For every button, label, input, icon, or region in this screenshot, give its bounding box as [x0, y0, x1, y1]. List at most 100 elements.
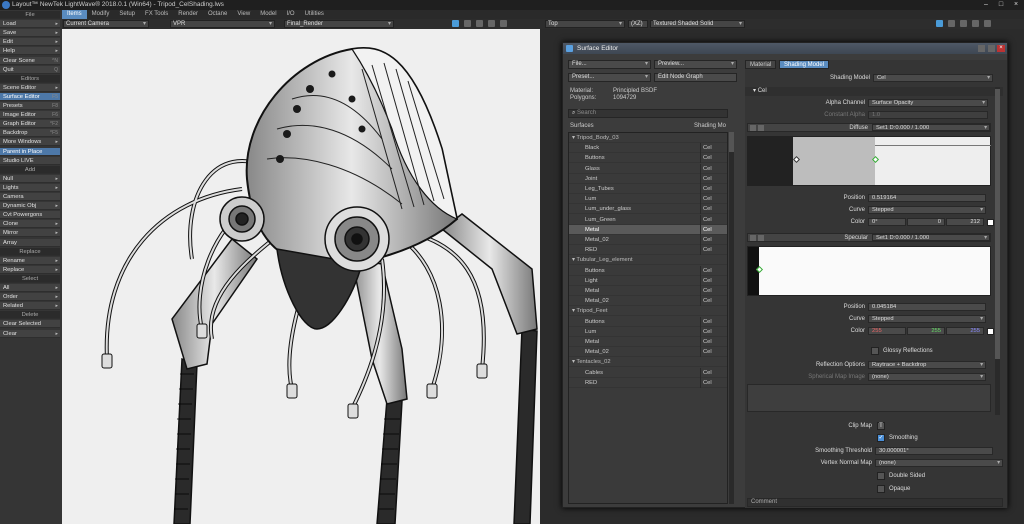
surface-group-row[interactable]: ▾ Tripod_Body_03 — [569, 133, 727, 143]
panel-button-backdrop[interactable]: Backdrop ^F5 — [0, 129, 60, 138]
specular-color-b[interactable]: 255 — [946, 327, 984, 335]
diffuse-color-v[interactable]: 212 — [946, 218, 984, 226]
diffuse-gradient-ramp[interactable] — [747, 136, 991, 186]
glossy-reflections-checkbox[interactable] — [871, 347, 879, 355]
close-icon[interactable]: × — [1008, 0, 1024, 10]
remove-key-icon[interactable] — [758, 235, 764, 241]
preset-menu-button[interactable]: Preset... ▾ — [568, 73, 651, 82]
close-icon[interactable]: × — [997, 45, 1005, 52]
panel-button-clear[interactable]: Clear ▸ — [0, 329, 60, 338]
preview-menu-button[interactable]: Preview... ▾ — [654, 60, 737, 69]
surface-group-row[interactable]: ▾ Tubular_Leg_element — [569, 255, 727, 266]
tree-scrollbar[interactable] — [729, 132, 734, 504]
tab-shading-model[interactable]: Shading Model — [779, 60, 830, 69]
surface-row[interactable]: Lum Cel — [569, 194, 727, 205]
surface-group-row[interactable]: ▾ Tripod_Feet — [569, 306, 727, 317]
menu-tab-fx-tools[interactable]: FX Tools — [140, 10, 173, 19]
specular-color-r[interactable]: 255 — [868, 327, 906, 335]
shading-model-select[interactable]: Cel ▾ — [873, 74, 993, 82]
add-key-icon[interactable] — [750, 125, 756, 131]
surface-row[interactable]: Lum Cel — [569, 326, 727, 337]
menu-tab-setup[interactable]: Setup — [114, 10, 140, 19]
maximize-viewport-icon[interactable] — [500, 20, 507, 27]
menu-tab-utilities[interactable]: Utilities — [300, 10, 329, 19]
spherical-map-select[interactable]: (none) ▾ — [868, 373, 986, 381]
panel-button-clone[interactable]: Clone ▸ — [0, 220, 60, 229]
surface-row[interactable]: RED Cel — [569, 377, 727, 388]
panel-button-cvt-powergons[interactable]: Cvt Powergons — [0, 211, 60, 220]
view-select[interactable]: Top ▾ — [545, 20, 625, 28]
surface-row[interactable]: Metal Cel — [569, 224, 727, 235]
surface-row[interactable]: Lum_Green Cel — [569, 214, 727, 225]
panel-button-surface-editor[interactable]: Surface Editor F5 — [0, 92, 60, 101]
zoom-view-icon[interactable] — [972, 20, 979, 27]
remove-key-icon[interactable] — [758, 125, 764, 131]
render-viewport[interactable] — [62, 29, 540, 524]
cel-section-header[interactable]: ▾ Cel — [745, 87, 1003, 96]
shading-model-column-header[interactable]: Shading Mo — [694, 123, 726, 129]
camera-icon[interactable] — [452, 20, 459, 27]
surface-editor-title-bar[interactable]: Surface Editor × — [563, 43, 1007, 54]
specular-curve-select[interactable]: Stepped ▾ — [868, 315, 986, 323]
panel-button-replace[interactable]: Replace ▸ — [0, 265, 60, 274]
minimize-icon[interactable] — [978, 45, 985, 52]
minimize-icon[interactable]: – — [978, 0, 994, 10]
panel-button-dynamic-obj[interactable]: Dynamic Obj ▸ — [0, 202, 60, 211]
smoothing-checkbox[interactable]: ✓ — [877, 434, 885, 442]
menu-tab-octane[interactable]: Octane — [203, 10, 232, 19]
camera-icon[interactable] — [936, 20, 943, 27]
shading-select[interactable]: Textured Shaded Solid ▾ — [650, 20, 745, 28]
zoom-view-icon[interactable] — [488, 20, 495, 27]
file-menu-button[interactable]: File... ▾ — [568, 60, 651, 69]
surface-row[interactable]: Joint Cel — [569, 173, 727, 184]
diffuse-set-select[interactable]: Set1 D:0.000 / 1.000 ▾ — [872, 124, 990, 131]
rotate-view-icon[interactable] — [476, 20, 483, 27]
tab-material[interactable]: Material — [745, 60, 777, 69]
surface-row[interactable]: Buttons Cel — [569, 265, 727, 276]
diffuse-position-field[interactable]: 0.519164 — [868, 194, 986, 202]
menu-tab-i-o[interactable]: I/O — [282, 10, 300, 19]
specular-gradient-ramp[interactable] — [747, 246, 991, 296]
specular-color-g[interactable]: 255 — [907, 327, 945, 335]
surface-row[interactable]: Metal Cel — [569, 337, 727, 347]
specular-color-swatch[interactable] — [987, 328, 994, 335]
add-key-icon[interactable] — [750, 235, 756, 241]
diffuse-color-swatch[interactable] — [987, 219, 994, 226]
surface-row[interactable]: Cables Cel — [569, 367, 727, 378]
panel-button-camera[interactable]: Camera — [0, 193, 60, 201]
panel-button-quit[interactable]: Quit Q — [0, 65, 60, 74]
surface-row[interactable]: Metal Cel — [569, 286, 727, 296]
opaque-checkbox[interactable] — [877, 485, 885, 493]
diffuse-color-s[interactable]: 0 — [907, 218, 945, 226]
panel-button-studio-live[interactable]: Studio LIVE — [0, 156, 60, 165]
diffuse-curve-select[interactable]: Stepped ▾ — [868, 206, 986, 214]
panel-button-all[interactable]: All ▸ — [0, 284, 60, 292]
panel-button-save[interactable]: Save ▸ — [0, 29, 60, 38]
panel-button-mirror[interactable]: Mirror ▸ — [0, 229, 60, 238]
reflection-options-select[interactable]: Raytrace + Backdrop ▾ — [868, 361, 986, 369]
surfaces-column-header[interactable]: Surfaces — [570, 123, 594, 129]
alpha-channel-select[interactable]: Surface Opacity ▾ — [868, 99, 988, 107]
panel-button-clear-scene[interactable]: Clear Scene ^N — [0, 56, 60, 65]
panel-button-rename[interactable]: Rename ▸ — [0, 256, 60, 265]
panel-button-edit[interactable]: Edit ▸ — [0, 38, 60, 47]
smoothing-threshold-field[interactable]: 30.000001° — [875, 447, 993, 455]
axis-select[interactable]: (XZ) — [628, 20, 648, 28]
edit-node-graph-button[interactable]: Edit Node Graph — [654, 73, 737, 82]
maximize-viewport-icon[interactable] — [984, 20, 991, 27]
rotate-view-icon[interactable] — [960, 20, 967, 27]
surface-row[interactable]: Black Cel — [569, 143, 727, 154]
panel-button-null[interactable]: Null ▸ — [0, 174, 60, 183]
panel-button-lights[interactable]: Lights ▸ — [0, 183, 60, 192]
menu-tab-items[interactable]: Items — [62, 10, 87, 19]
surface-row[interactable]: Metal_02 Cel — [569, 347, 727, 358]
menu-tab-model[interactable]: Model — [255, 10, 281, 19]
comment-field[interactable]: Comment — [747, 498, 1003, 507]
panel-button-more-windows[interactable]: More Windows ▸ — [0, 138, 60, 147]
surface-row[interactable]: Metal_02 Cel — [569, 235, 727, 245]
panel-button-load[interactable]: Load ▸ — [0, 20, 60, 29]
panel-button-presets[interactable]: Presets F8 — [0, 102, 60, 110]
surface-row[interactable]: Buttons Cel — [569, 316, 727, 327]
panel-button-parent-in-place[interactable]: Parent in Place — [0, 147, 60, 156]
search-input[interactable]: ⌕ Search — [568, 109, 728, 118]
